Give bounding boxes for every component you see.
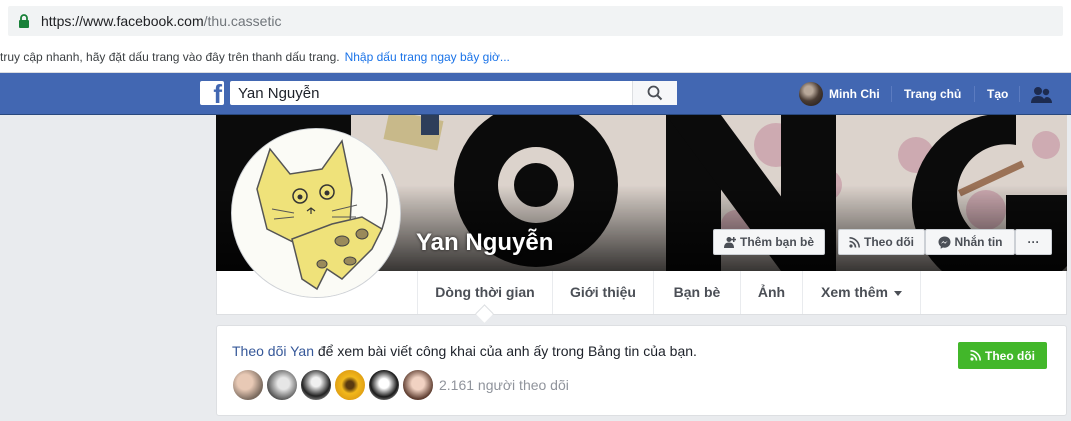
- messenger-icon: [938, 236, 950, 249]
- tab-photos[interactable]: Ảnh: [741, 271, 803, 314]
- tab-more-label: Xem thêm: [821, 284, 888, 300]
- avatar: [799, 82, 823, 106]
- search-box: [230, 81, 677, 105]
- follow-card: Theo dõi Yan để xem bài viết công khai c…: [216, 325, 1067, 416]
- bookmarks-hint: truy cập nhanh, hãy đặt dấu trang vào đâ…: [0, 50, 510, 64]
- url-field[interactable]: https://www.facebook.com/thu.cassetic: [8, 6, 1063, 36]
- facebook-logo[interactable]: f: [200, 79, 224, 109]
- tab-more[interactable]: Xem thêm: [803, 271, 921, 314]
- url-text: https://www.facebook.com/thu.cassetic: [41, 13, 281, 29]
- follow-button-label: Theo dõi: [985, 348, 1035, 363]
- chevron-down-icon: [893, 290, 902, 296]
- left-gutter: [0, 115, 216, 421]
- follower-avatar[interactable]: [334, 369, 366, 401]
- add-friend-icon: [723, 237, 736, 248]
- follower-avatar[interactable]: [402, 369, 434, 401]
- tab-about[interactable]: Giới thiệu: [553, 271, 654, 314]
- friend-requests-icon[interactable]: [1030, 85, 1054, 105]
- url-path: /thu.cassetic: [203, 13, 282, 29]
- facebook-logo-letter: f: [213, 79, 222, 109]
- nav-divider: [974, 86, 975, 102]
- follow-description: để xem bài viết công khai của anh ấy tro…: [314, 343, 697, 359]
- follow-cover-label: Theo dõi: [864, 235, 914, 249]
- more-options-button[interactable]: ···: [1015, 229, 1052, 255]
- follower-avatar[interactable]: [368, 369, 400, 401]
- bookmarks-bar: truy cập nhanh, hãy đặt dấu trang vào đâ…: [0, 42, 1071, 73]
- follow-link[interactable]: Theo dõi Yan: [232, 343, 314, 359]
- rss-icon: [970, 350, 981, 361]
- follower-count: 2.161 người theo dõi: [439, 377, 569, 393]
- home-link[interactable]: Trang chủ: [904, 87, 961, 101]
- profile-name: Yan Nguyễn: [416, 229, 554, 256]
- nav-divider: [891, 86, 892, 102]
- more-options-icon: ···: [1027, 235, 1040, 249]
- nav-profile-link[interactable]: Minh Chi: [799, 82, 880, 106]
- message-label: Nhắn tin: [954, 235, 1003, 249]
- lock-icon: [19, 14, 29, 28]
- search-icon: [647, 85, 663, 101]
- nav-user-name: Minh Chi: [829, 87, 880, 101]
- follow-cover-button[interactable]: Theo dõi: [838, 229, 925, 255]
- profile-picture[interactable]: [231, 128, 401, 298]
- add-friend-label: Thêm bạn bè: [739, 235, 814, 249]
- facebook-top-nav: f Minh Chi Trang chủ Tạo: [0, 73, 1071, 115]
- message-button[interactable]: Nhắn tin: [925, 229, 1015, 255]
- follow-card-text: Theo dõi Yan để xem bài viết công khai c…: [232, 343, 697, 359]
- follower-avatar[interactable]: [300, 369, 332, 401]
- follower-avatar[interactable]: [232, 369, 264, 401]
- browser-address-bar: https://www.facebook.com/thu.cassetic: [0, 0, 1071, 42]
- bookmarks-hint-text: truy cập nhanh, hãy đặt dấu trang vào đâ…: [0, 50, 340, 64]
- cat-drawing: [232, 129, 400, 297]
- rss-icon: [849, 236, 860, 248]
- add-friend-button[interactable]: Thêm bạn bè: [713, 229, 825, 255]
- search-button[interactable]: [632, 81, 677, 105]
- url-domain: https://www.facebook.com: [41, 13, 204, 29]
- tab-friends[interactable]: Bạn bè: [654, 271, 741, 314]
- import-bookmarks-link[interactable]: Nhập dấu trang ngay bây giờ...: [345, 50, 510, 64]
- nav-divider: [1019, 86, 1020, 102]
- search-input[interactable]: [230, 81, 630, 105]
- create-link[interactable]: Tạo: [987, 87, 1008, 101]
- follower-avatar[interactable]: [266, 369, 298, 401]
- follow-button[interactable]: Theo dõi: [958, 342, 1047, 369]
